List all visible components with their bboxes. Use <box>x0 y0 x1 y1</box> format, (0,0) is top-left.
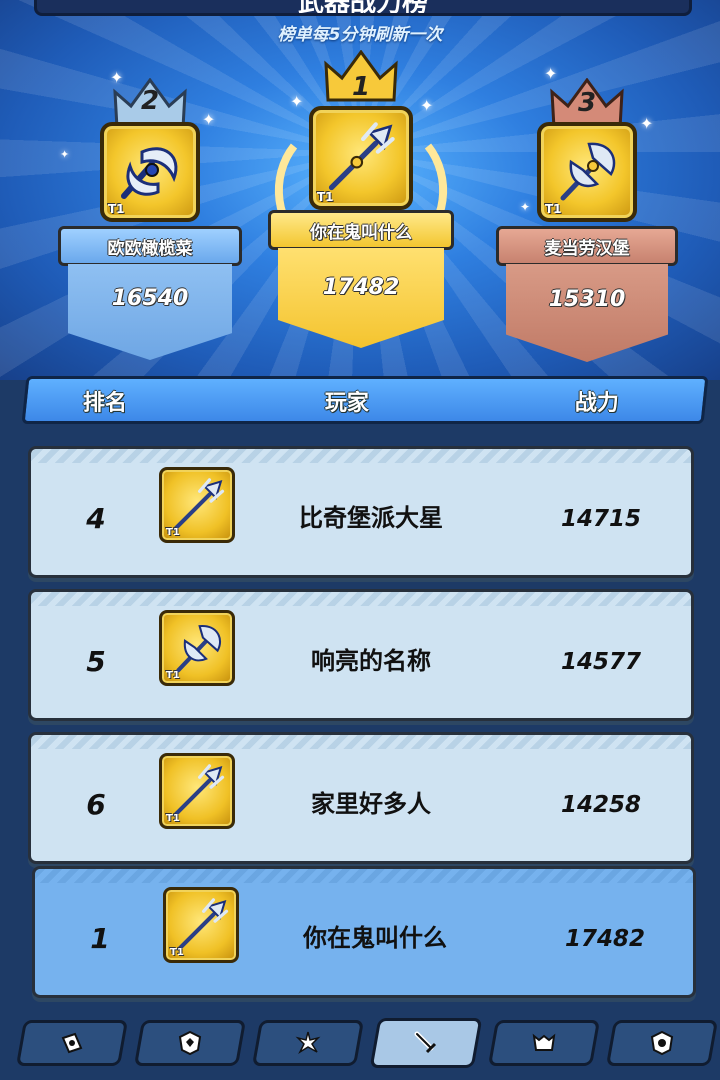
weapon-icon-box: T1 <box>159 753 235 829</box>
row-player-name: 响亮的名称 <box>311 647 431 675</box>
table-row[interactable]: 6 T1 家里好多人 14258 <box>28 732 694 864</box>
row-power: 14715 <box>560 506 642 532</box>
podium-rank-2[interactable]: 2 T1 欧欧橄榄菜 16540 <box>58 78 242 360</box>
podium-area: 武器战力榜 榜单每5分钟刷新一次 ✦ ✦ ✦ ✦ ✦ ✦ ✦ ✦ 2 T1 欧欧… <box>0 0 720 380</box>
weapon-icon-box: T1 <box>309 106 413 210</box>
tier-badge: T1 <box>170 947 184 958</box>
weapon-icon-box: T1 <box>159 610 235 686</box>
tab-skills[interactable] <box>251 1020 365 1066</box>
eye-badge-icon <box>650 1030 674 1056</box>
bottom-tab-bar <box>0 1010 720 1080</box>
tier-badge: T1 <box>166 670 180 681</box>
my-rank-row[interactable]: 1 T1 你在鬼叫什么 17482 <box>32 866 696 998</box>
helmet-icon <box>532 1033 556 1051</box>
player-name: 麦当劳汉堡 <box>496 226 678 266</box>
row-power: 14577 <box>560 649 642 675</box>
column-player: 玩家 <box>324 391 369 416</box>
power-value: 17482 <box>278 248 444 348</box>
row-rank: 1 <box>90 922 110 955</box>
row-player-name: 你在鬼叫什么 <box>303 924 447 952</box>
tab-shield[interactable] <box>133 1020 247 1066</box>
rank-number: 2 <box>140 86 160 116</box>
row-power: 17482 <box>564 926 646 952</box>
rank-number: 3 <box>577 88 597 118</box>
tier-badge: T1 <box>317 190 334 204</box>
table-row[interactable]: 4 T1 比奇堡派大星 14715 <box>28 446 694 578</box>
sword-icon <box>414 1031 437 1054</box>
row-player-name: 比奇堡派大星 <box>299 504 443 532</box>
podium-rank-3[interactable]: 3 T1 麦当劳汉堡 15310 <box>496 78 678 362</box>
tier-badge: T1 <box>108 202 125 216</box>
row-rank: 4 <box>86 502 106 535</box>
weapon-icon-box: T1 <box>163 887 239 963</box>
player-name: 你在鬼叫什么 <box>268 210 454 250</box>
column-power: 战力 <box>574 391 619 416</box>
tab-cards[interactable] <box>15 1020 129 1066</box>
leaderboard-title: 武器战力榜 <box>34 0 692 16</box>
axe-icon <box>560 142 616 201</box>
refresh-note: 榜单每5分钟刷新一次 <box>277 25 443 45</box>
shield-badge-icon <box>178 1030 202 1056</box>
podium-rank-1[interactable]: 1 T1 你在鬼叫什么 17482 <box>268 50 454 350</box>
row-power: 14258 <box>560 792 642 818</box>
row-rank: 6 <box>86 788 106 821</box>
trident-icon <box>328 122 395 191</box>
tab-guild[interactable] <box>605 1020 719 1066</box>
curved-blade-icon <box>121 147 178 199</box>
power-value: 15310 <box>506 264 668 362</box>
weapon-icon-box: T1 <box>159 467 235 543</box>
tier-badge: T1 <box>166 527 180 538</box>
player-name: 欧欧橄榄菜 <box>58 226 242 266</box>
weapon-icon-box: T1 <box>100 122 200 222</box>
row-player-name: 家里好多人 <box>311 790 431 818</box>
rank-number: 1 <box>351 72 371 102</box>
card-icon <box>61 1032 83 1054</box>
tier-badge: T1 <box>166 813 180 824</box>
weapon-icon-box: T1 <box>537 122 637 222</box>
table-row[interactable]: 5 T1 响亮的名称 14577 <box>28 589 694 721</box>
tab-weapons[interactable] <box>369 1018 483 1068</box>
tab-equipment[interactable] <box>487 1020 601 1066</box>
column-header: 排名 玩家 战力 <box>21 376 709 424</box>
row-rank: 5 <box>86 645 106 678</box>
column-rank: 排名 <box>82 391 127 416</box>
star-burst-icon <box>295 1031 321 1055</box>
tier-badge: T1 <box>545 202 562 216</box>
